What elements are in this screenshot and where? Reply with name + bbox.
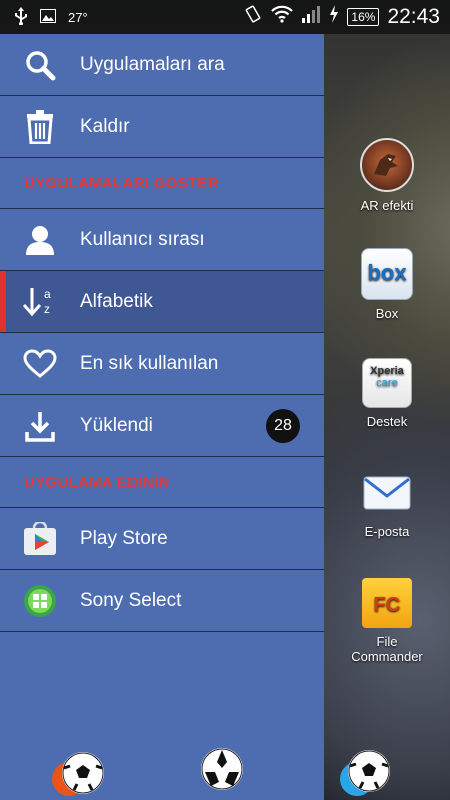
app-drawer-menu: Uygulamaları ara Kaldır UYGULAMALARI GÖS… [0,34,324,800]
app-box[interactable]: box Box [324,248,450,321]
svg-text:a: a [44,287,51,301]
get-apps-header: UYGULAMA EDİNİN [0,457,324,508]
app-label: E-posta [364,524,410,539]
wifi-icon [271,5,294,28]
installed-count-badge: 28 [266,409,300,443]
search-apps-label: Uygulamaları ara [80,53,225,75]
sort-own-order-label: Kullanıcı sırası [80,228,205,250]
sort-installed-label: Yüklendi [80,414,153,436]
soccer-ball-icon[interactable] [201,748,243,790]
box-icon-text: box [367,260,407,285]
file-commander-icon-text: FC [373,594,401,616]
sony-select-icon [0,584,80,618]
play-store-icon [0,521,80,556]
sort-most-used-item[interactable]: En sık kullanılan [0,333,324,395]
uninstall-label: Kaldır [80,115,130,137]
xperia-care-icon: Xperia care [362,358,412,408]
app-file-commander[interactable]: FC File Commander [324,578,450,664]
usb-icon [14,7,28,28]
play-store-label: Play Store [80,527,168,549]
xperia-care-subtext: care [376,377,398,389]
download-icon [0,410,80,442]
sort-installed-item[interactable]: Yüklendi 28 [0,395,324,457]
sort-own-order-item[interactable]: Kullanıcı sırası [0,209,324,271]
app-label: AR efekti [360,198,414,213]
uninstall-item[interactable]: Kaldır [0,96,324,158]
file-commander-icon: FC [362,578,412,628]
soccer-ball-icon[interactable] [348,750,390,792]
clock: 22:43 [387,4,440,28]
app-label: Destek [366,414,408,429]
app-support[interactable]: Xperia care Destek [324,358,450,429]
temperature: 27° [68,10,88,25]
home-apps: AR efekti box Box Xperia care Destek E-p… [324,34,450,800]
sort-most-used-label: En sık kullanılan [80,352,219,374]
charging-icon [329,5,339,28]
xperia-care-text: Xperia [370,365,404,377]
sort-alpha-icon: az [0,286,80,318]
image-icon [40,9,56,26]
app-email[interactable]: E-posta [324,468,450,539]
play-store-item[interactable]: Play Store [0,508,324,570]
person-icon [0,225,80,255]
sony-select-label: Sony Select [80,589,182,611]
email-icon [362,468,412,518]
show-apps-header: UYGULAMALARI GÖSTER [0,158,324,209]
sort-alphabetical-item[interactable]: az Alfabetik [0,271,324,333]
status-bar: 27° 16% 22:43 [0,0,450,34]
battery-level: 16% [347,7,380,26]
sony-select-item[interactable]: Sony Select [0,570,324,632]
ar-effect-icon [360,138,414,192]
sort-alphabetical-label: Alfabetik [80,290,153,312]
heart-icon [0,348,80,379]
vibrate-icon [243,4,263,29]
app-label-line2: Commander [351,649,423,664]
search-apps-item[interactable]: Uygulamaları ara [0,34,324,96]
svg-text:z: z [44,302,50,316]
soccer-ball-icon[interactable] [62,752,104,794]
search-icon [0,49,80,81]
signal-icon [301,5,321,28]
app-label-line1: File [376,634,398,649]
app-ar-effect[interactable]: AR efekti [324,138,450,213]
app-label: Box [375,306,399,321]
box-icon: box [361,248,413,300]
trash-icon [0,109,80,144]
